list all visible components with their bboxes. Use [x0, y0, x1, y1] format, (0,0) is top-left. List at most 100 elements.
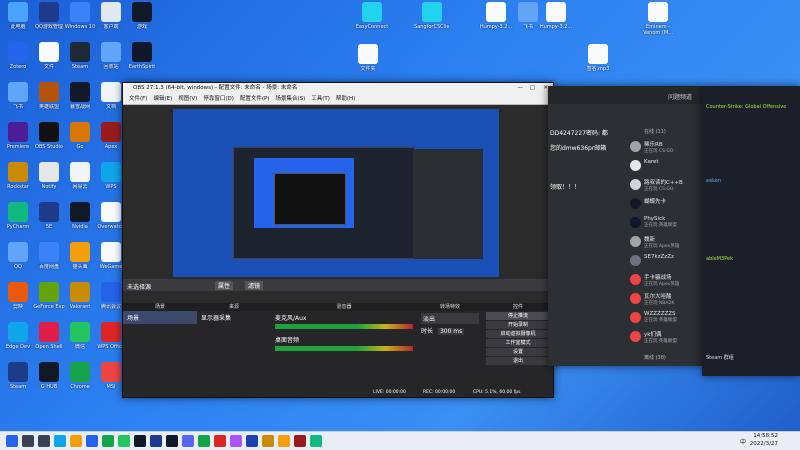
desktop-icon-label: 签名.mp3 — [586, 66, 610, 72]
desktop-meter[interactable] — [275, 346, 413, 351]
desktop-icon-label: SangforCSClient — [414, 24, 450, 30]
chat-topbar: 问题频道 — [548, 86, 702, 104]
duration-label: 时长 — [421, 328, 434, 335]
apex-icon[interactable] — [294, 435, 306, 447]
steam-icon[interactable] — [150, 435, 162, 447]
app-icon — [422, 2, 442, 22]
input-language[interactable]: 中 — [740, 437, 746, 446]
member-item[interactable]: SE7kzZzZz — [630, 254, 700, 266]
csgo-icon[interactable] — [262, 435, 274, 447]
chat-window[interactable]: 问题频道 DD4247227密码: 都 您的dmw636pr邮箱 领取！！！ 在… — [548, 86, 702, 366]
transition-select[interactable]: 淡出 — [421, 313, 479, 324]
desktop-icon[interactable]: 飞书 — [510, 2, 546, 36]
member-name: 路叔读的C++B — [644, 180, 683, 186]
steam2-icon[interactable] — [246, 435, 258, 447]
taskview-icon[interactable] — [38, 435, 50, 447]
game-icon[interactable] — [230, 435, 242, 447]
menu-item[interactable]: 配置文件(P) — [240, 96, 270, 102]
rec-timer: REC: 00:00:00 — [423, 390, 456, 395]
app-icon — [70, 242, 90, 262]
desktop-icon[interactable]: EarthSpirit — [124, 42, 160, 76]
desktop-icon-label: EasyConnect — [355, 24, 389, 30]
app-icon — [101, 282, 121, 302]
menu-item[interactable]: 工具(T) — [311, 96, 330, 102]
member-item[interactable]: 蝴蝶先卡 — [630, 197, 700, 209]
kook-icon[interactable] — [198, 435, 210, 447]
control-button[interactable]: 启动虚拟摄像机 — [486, 330, 550, 338]
member-status: 正在玩 CS:GO — [644, 149, 674, 154]
store-icon[interactable] — [86, 435, 98, 447]
member-item[interactable]: 手卡骗战场 正在玩 Apex英雄 — [630, 273, 700, 287]
member-item[interactable]: WZZZZZZS 正在玩 英雄联盟 — [630, 311, 700, 323]
cpu-readout: CPU: 5.1%, 60.00 fps — [473, 390, 521, 395]
menu-item[interactable]: 场景集合(S) — [275, 96, 305, 102]
obs-titlebar[interactable]: OBS 27.1.3 (64-bit, windows) - 配置文件: 未命名… — [123, 83, 553, 94]
scene-item[interactable]: 场景 — [123, 311, 197, 324]
menu-item[interactable]: 停靠窗口(D) — [203, 96, 234, 102]
avatar — [630, 255, 641, 266]
desktop-icon[interactable]: SangforCSClient — [414, 2, 450, 36]
source-item[interactable]: 显示器采集 — [197, 311, 271, 324]
explorer-icon[interactable] — [70, 435, 82, 447]
app-icon — [486, 2, 506, 22]
member-item[interactable]: PhySick 正在玩 英雄联盟 — [630, 216, 700, 228]
app-icon — [39, 42, 59, 62]
desktop-icon[interactable]: 游戏 — [124, 2, 160, 36]
member-item[interactable]: 魏新 正在玩 Apex英雄 — [630, 235, 700, 249]
menu-item[interactable]: 编辑(E) — [153, 96, 172, 102]
obs-preview[interactable] — [173, 109, 499, 277]
obs-window[interactable]: OBS 27.1.3 (64-bit, windows) - 配置文件: 未命名… — [122, 82, 554, 398]
chrome-icon[interactable] — [102, 435, 114, 447]
member-status: 正在玩 Apex英雄 — [644, 282, 680, 287]
sources-dock-title: 来源 — [197, 303, 271, 311]
control-button[interactable]: 工作室模式 — [486, 339, 550, 347]
member-item[interactable]: yk们偶 正在玩 英雄联盟 — [630, 330, 700, 344]
member-item[interactable]: 稀乐RB 正在玩 CS:GO — [630, 140, 700, 154]
control-button[interactable]: 停止推流 — [486, 312, 550, 320]
minimize-icon[interactable]: — — [518, 83, 524, 94]
app-icon — [70, 42, 90, 62]
maximize-icon[interactable]: □ — [530, 83, 535, 94]
desktop-icon[interactable]: 签名.mp3 — [580, 44, 616, 78]
chat-message: 领取！！！ — [550, 184, 581, 191]
control-button[interactable]: 设置 — [486, 348, 550, 356]
control-button[interactable]: 开始录制 — [486, 321, 550, 329]
desktop-icon[interactable]: Eminem - Venom (M... — [640, 2, 676, 36]
desktop-icon[interactable]: Humpy-3.2... — [478, 2, 514, 36]
netease-icon[interactable] — [214, 435, 226, 447]
wechat-icon[interactable] — [118, 435, 130, 447]
app-icon — [39, 202, 59, 222]
edge-icon[interactable] — [54, 435, 66, 447]
steam-window[interactable]: Counter-Strike: Global Offensive eeken a… — [702, 86, 800, 376]
desktop-icon[interactable]: 文件夹 — [350, 44, 386, 78]
member-status: 正在玩 CS:GO — [644, 187, 674, 192]
clock-date[interactable]: 2022/3/27 — [750, 441, 778, 447]
control-button[interactable]: 退出 — [486, 357, 550, 365]
member-item[interactable]: 瓦尔大哈酸 正在玩 NBA2K — [630, 292, 700, 306]
mixer-channel-desktop: 桌面音频 — [275, 337, 300, 344]
sources-dock: 来源 显示器采集 — [197, 303, 272, 389]
music-icon[interactable] — [310, 435, 322, 447]
member-item[interactable]: 路叔读的C++B 正在玩 CS:GO — [630, 178, 700, 192]
folder-icon[interactable] — [278, 435, 290, 447]
desktop-icon-label: 游戏 — [136, 24, 147, 30]
avatar — [630, 179, 641, 190]
discord-icon[interactable] — [182, 435, 194, 447]
duration-input[interactable]: 300 ms — [437, 328, 465, 335]
filters-button[interactable]: 滤镜 — [245, 281, 264, 290]
menu-item[interactable]: 帮助(H) — [336, 96, 355, 102]
desktop-icon[interactable]: EasyConnect — [354, 2, 390, 36]
properties-button[interactable]: 属性 — [215, 281, 234, 290]
obs-icon[interactable] — [166, 435, 178, 447]
preview-nested-obs — [274, 173, 346, 225]
menu-item[interactable]: 视图(V) — [178, 96, 197, 102]
clock-time[interactable]: 14:58:52 — [753, 433, 778, 439]
start-icon[interactable] — [6, 435, 18, 447]
app-icon — [101, 42, 121, 62]
menu-item[interactable]: 文件(F) — [129, 96, 147, 102]
preview-nested-chat — [413, 149, 483, 259]
qq-icon[interactable] — [134, 435, 146, 447]
member-item[interactable]: Karet — [630, 159, 700, 171]
search-icon[interactable] — [22, 435, 34, 447]
chat-message: DD4247227密码: 都 — [550, 130, 608, 137]
